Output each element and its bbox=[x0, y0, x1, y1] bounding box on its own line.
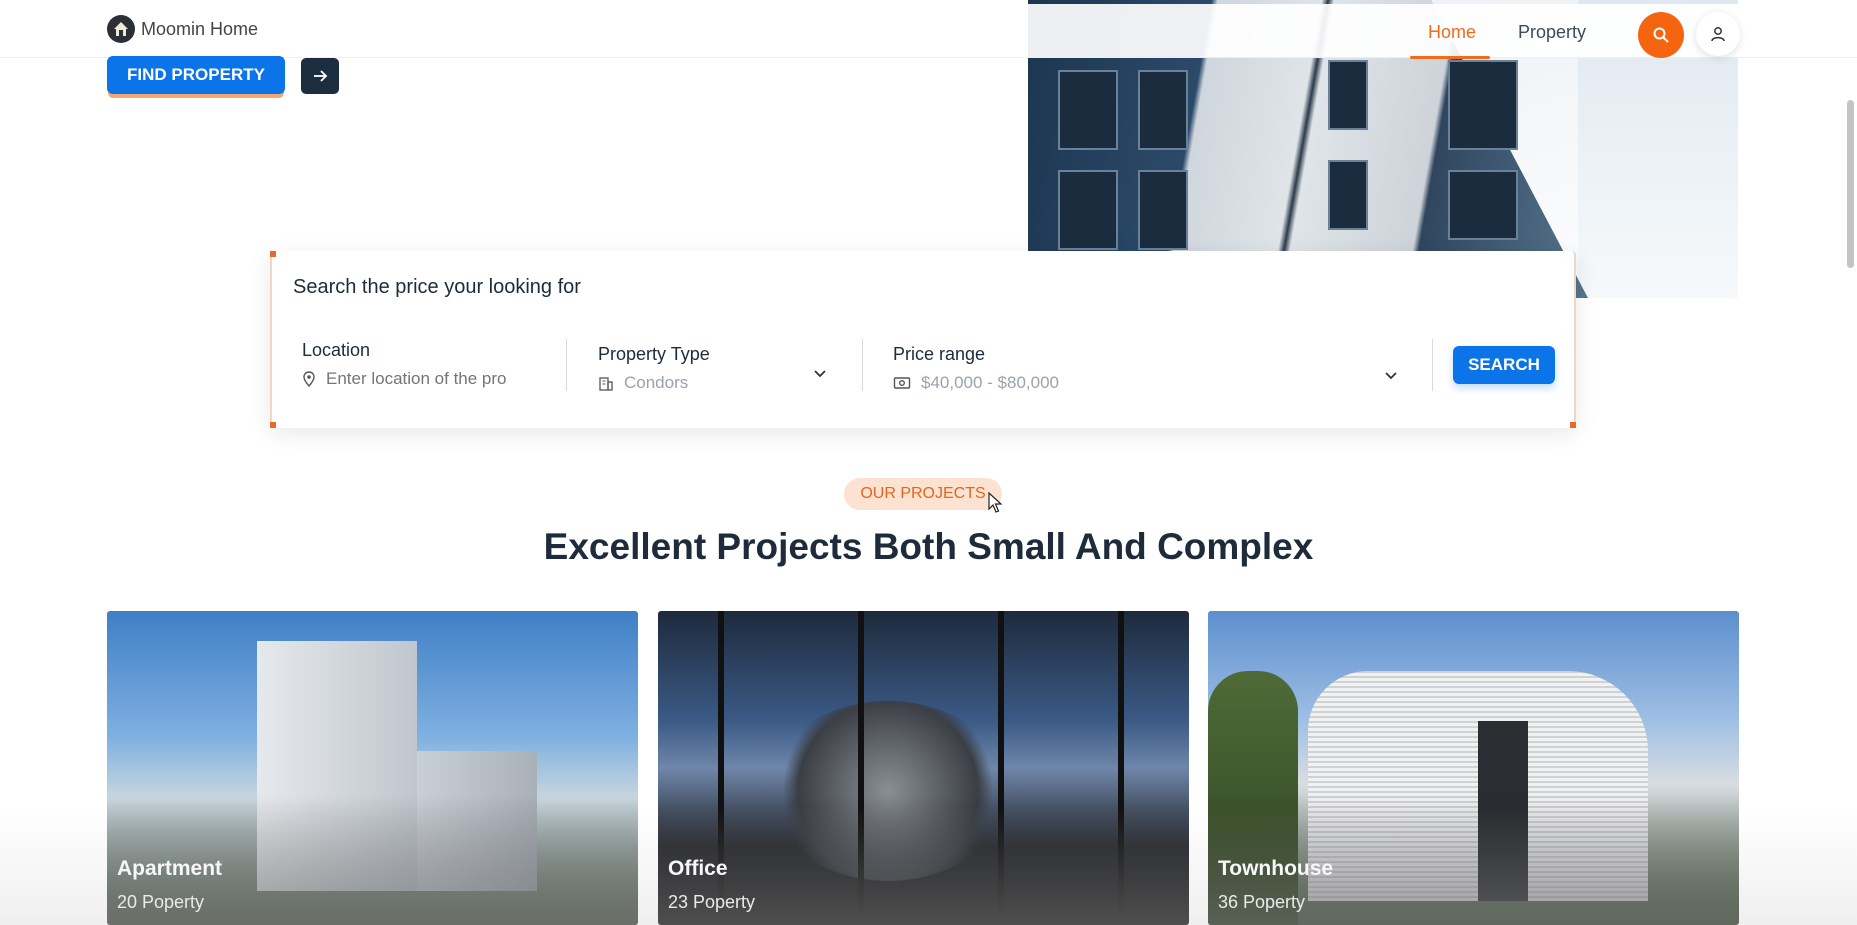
location-label: Location bbox=[302, 340, 371, 360]
project-card-townhouse[interactable]: Townhouse 36 Poperty bbox=[1208, 611, 1739, 925]
project-card-count: 23 Poperty bbox=[668, 892, 756, 912]
nav-home[interactable]: Home bbox=[1409, 22, 1491, 59]
property-type-field[interactable]: Property Type Condors bbox=[598, 344, 710, 393]
user-account-button[interactable] bbox=[1696, 12, 1740, 56]
property-type-label: Property Type bbox=[598, 344, 710, 364]
search-card-title: Search the price your looking for bbox=[293, 276, 581, 298]
project-card-count: 20 Poperty bbox=[117, 892, 205, 912]
building-icon bbox=[599, 377, 613, 391]
hero-window bbox=[1448, 60, 1518, 150]
location-field: Location bbox=[302, 340, 536, 389]
logo-text: Moomin Home bbox=[141, 18, 259, 39]
arrow-right-icon bbox=[314, 70, 328, 82]
hero-window bbox=[1328, 60, 1368, 130]
property-type-value: Condors bbox=[624, 373, 689, 392]
hero-window bbox=[1138, 70, 1188, 150]
price-search-card: Search the price your looking for Locati… bbox=[270, 251, 1576, 428]
hero-window bbox=[1138, 170, 1188, 250]
chevron-down-icon[interactable] bbox=[813, 369, 827, 379]
chevron-down-icon[interactable] bbox=[1384, 371, 1398, 381]
location-input[interactable] bbox=[326, 369, 536, 389]
money-icon bbox=[893, 377, 911, 389]
hero-window bbox=[1448, 170, 1518, 240]
project-card-count: 36 Poperty bbox=[1218, 892, 1306, 912]
field-divider bbox=[1432, 339, 1433, 391]
main-nav: Home Property bbox=[1409, 22, 1586, 59]
logo[interactable]: Moomin Home bbox=[107, 15, 258, 43]
field-divider bbox=[566, 339, 567, 391]
search-submit-button[interactable]: SEARCH bbox=[1453, 346, 1555, 384]
project-card-title: Townhouse bbox=[1218, 857, 1334, 880]
price-range-field[interactable]: Price range $40,000 - $80,000 bbox=[893, 344, 1059, 393]
card-corner-marker bbox=[270, 422, 276, 428]
find-property-button[interactable]: FIND PROPERTY bbox=[107, 56, 285, 94]
field-divider bbox=[862, 339, 863, 391]
search-icon bbox=[1653, 27, 1669, 43]
hero-window bbox=[1058, 170, 1118, 250]
hero-window bbox=[1058, 70, 1118, 150]
project-card-title: Apartment bbox=[117, 857, 223, 880]
hero-window bbox=[1328, 160, 1368, 230]
page: Moomin Home Home Property FIND PROPERTY … bbox=[0, 0, 1857, 925]
user-icon bbox=[1711, 27, 1725, 42]
projects-heading: Excellent Projects Both Small And Comple… bbox=[543, 526, 1314, 567]
our-projects-badge: OUR PROJECTS bbox=[844, 478, 1002, 510]
location-pin-icon bbox=[303, 371, 315, 387]
project-card-office[interactable]: Office 23 Poperty bbox=[658, 611, 1189, 925]
price-range-value: $40,000 - $80,000 bbox=[921, 373, 1060, 392]
card-corner-marker bbox=[1570, 422, 1576, 428]
page-scrollbar[interactable] bbox=[1847, 100, 1854, 268]
price-range-label: Price range bbox=[893, 344, 986, 364]
mouse-cursor-icon bbox=[988, 492, 1002, 513]
project-card-title: Office bbox=[668, 857, 728, 880]
project-card-apartment[interactable]: Apartment 20 Poperty bbox=[107, 611, 638, 925]
card-corner-marker bbox=[270, 251, 276, 257]
house-logo-icon bbox=[107, 15, 135, 43]
header-search-button[interactable] bbox=[1638, 12, 1684, 58]
nav-property[interactable]: Property bbox=[1518, 22, 1586, 43]
find-property-arrow-button[interactable] bbox=[301, 58, 339, 94]
site-header: Moomin Home Home Property bbox=[0, 4, 1857, 59]
